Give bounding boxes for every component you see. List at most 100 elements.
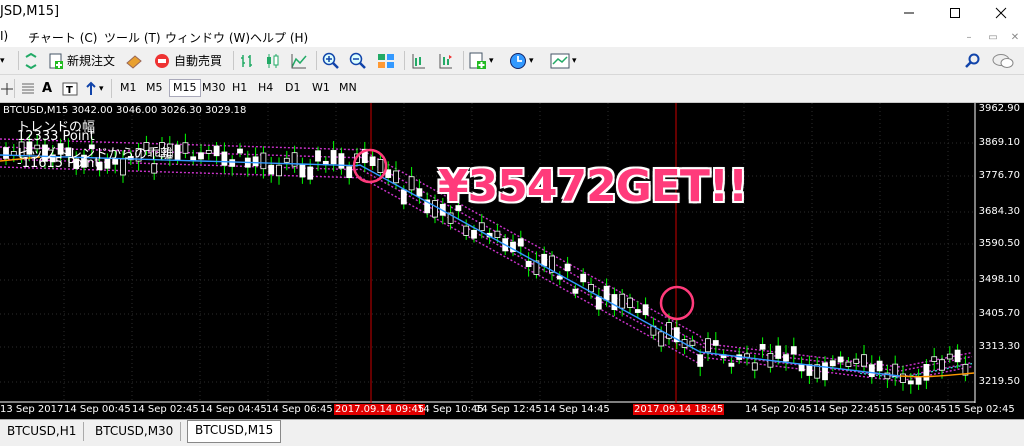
menu-item-chart[interactable]: チャート (C)	[28, 29, 97, 46]
candle-body	[837, 356, 844, 363]
candle-body	[408, 176, 415, 191]
timeframe-h4[interactable]: H4	[255, 80, 276, 96]
candle-body	[182, 142, 189, 154]
text-label-button[interactable]: T	[62, 78, 78, 99]
candle-body	[393, 170, 399, 184]
candle-body	[619, 293, 626, 309]
timeframe-m15[interactable]: M15	[169, 79, 201, 97]
line-chart-button[interactable]	[291, 50, 307, 71]
timeframe-w1[interactable]: W1	[309, 80, 333, 96]
timeframe-m30[interactable]: M30	[199, 80, 229, 96]
mdi-close-icon[interactable]: ✕	[1008, 30, 1022, 44]
drawing-toolbar: A T ▾ M1 M5 M15 M30 H1 H4 D1 W1 MN	[0, 75, 1024, 103]
chart-header: BTCUSD,M15 3042.00 3046.00 3026.30 3029.…	[3, 105, 247, 116]
minimize-button[interactable]	[886, 0, 932, 26]
periods-button[interactable]: ▾	[509, 50, 534, 71]
indicators-button[interactable]: ▾	[469, 50, 494, 71]
menu-item-tools[interactable]: ツール (T)	[104, 29, 161, 46]
timeframe-d1[interactable]: D1	[282, 80, 303, 96]
bar-chart-button[interactable]	[239, 50, 255, 71]
fibonacci-icon	[22, 83, 34, 93]
tab-btcusd-m15[interactable]: BTCUSD,M15	[187, 420, 282, 443]
arrows-icon	[86, 81, 96, 95]
zoom-in-button[interactable]	[322, 50, 340, 71]
templates-button[interactable]: ▾	[550, 50, 577, 71]
candle-body	[330, 150, 337, 165]
candle-body	[471, 229, 477, 239]
chevron-down-icon: ▾	[99, 83, 104, 94]
arrows-button[interactable]: ▾	[84, 78, 104, 99]
mdi-restore-icon[interactable]: ▭	[986, 30, 1000, 44]
candle-body	[892, 363, 899, 377]
candle-body	[369, 156, 376, 166]
candlestick-icon	[267, 53, 279, 68]
close-button[interactable]	[978, 0, 1024, 26]
time-axis-label: 14 Sep 02:45	[132, 404, 199, 415]
time-axis-label: 14 Sep 10:45	[417, 404, 484, 415]
price-chart[interactable]: BTCUSD,M15 3042.00 3046.00 3026.30 3029.…	[0, 103, 1024, 419]
tile-windows-button[interactable]	[377, 50, 395, 71]
time-axis-label: 14 Sep 06:45	[266, 404, 333, 415]
chevron-down-icon: ▾	[529, 55, 534, 66]
candle-body	[299, 163, 306, 178]
metaeditor-button[interactable]	[125, 50, 143, 71]
metaeditor-icon	[126, 54, 142, 69]
candle-body	[751, 362, 758, 371]
candle-body	[853, 358, 860, 364]
tile-windows-icon	[378, 53, 394, 68]
chat-icon	[992, 53, 1014, 68]
timeframe-m5[interactable]: M5	[143, 80, 166, 96]
candle-body	[198, 152, 204, 160]
candle-body	[478, 222, 485, 232]
toolbar-separator	[404, 51, 405, 70]
auto-trade-button[interactable]: 自動売買	[153, 50, 222, 71]
candle-body	[829, 360, 836, 367]
timeframe-m1[interactable]: M1	[117, 80, 140, 96]
timeframe-h1[interactable]: H1	[229, 80, 250, 96]
zoom-out-button[interactable]	[349, 50, 367, 71]
candle-body	[689, 340, 696, 346]
timeframe-mn[interactable]: MN	[336, 80, 360, 96]
new-order-button[interactable]: 新規注文	[48, 50, 115, 71]
chart-shift-button[interactable]	[410, 50, 426, 71]
search-button[interactable]	[965, 50, 981, 71]
menu-item-help[interactable]: ヘルプ (H)	[250, 29, 308, 46]
candle-body	[939, 359, 945, 371]
close-icon	[995, 7, 1007, 19]
candle-body	[229, 159, 236, 167]
crosshair-button[interactable]	[0, 78, 14, 99]
candle-body	[954, 349, 961, 363]
candlestick-button[interactable]	[265, 50, 281, 71]
candle-body	[276, 164, 282, 177]
candle-body	[315, 150, 321, 162]
mdi-minimize-icon[interactable]: –	[962, 30, 976, 44]
candle-body	[712, 340, 719, 346]
candle-body	[432, 200, 438, 218]
menu-bar: I) チャート (C) ツール (T) ウィンドウ (W) ヘルプ (H) – …	[0, 26, 1024, 46]
autoscroll-button[interactable]	[437, 50, 453, 71]
toolbar-separator	[18, 51, 19, 70]
zoom-in-icon	[322, 52, 339, 69]
toolbar-dropdown[interactable]: ▾	[0, 50, 5, 71]
candle-body	[174, 144, 181, 161]
chat-button[interactable]	[992, 50, 1014, 71]
candle-body	[642, 304, 649, 316]
tab-btcusd-h1[interactable]: BTCUSD,H1	[0, 422, 85, 441]
menu-item-file[interactable]: I)	[0, 29, 8, 43]
chart-tabs: BTCUSD,H1 BTCUSD,M30 BTCUSD,M15	[0, 419, 1024, 446]
candle-body	[790, 346, 797, 355]
candle-body	[915, 377, 922, 385]
fibonacci-button[interactable]	[20, 78, 36, 99]
market-watch-button[interactable]	[23, 50, 39, 71]
candle-body	[775, 345, 782, 359]
toolbar-separator	[463, 51, 464, 70]
window-title: JSD,M15]	[0, 4, 60, 19]
candle-body	[517, 238, 524, 247]
profit-annotation: ¥35472GET!!	[438, 161, 748, 212]
line-chart-icon	[291, 53, 307, 68]
price-axis-label: 3776.70	[978, 170, 1020, 181]
menu-item-window[interactable]: ウィンドウ (W)	[165, 29, 250, 46]
text-button[interactable]: A	[42, 78, 52, 99]
tab-btcusd-m30[interactable]: BTCUSD,M30	[88, 422, 182, 441]
maximize-button[interactable]	[932, 0, 978, 26]
